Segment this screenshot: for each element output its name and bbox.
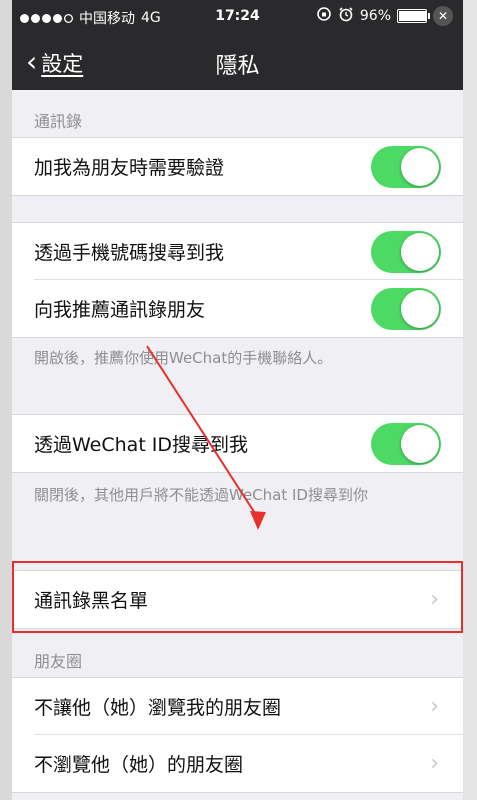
background-right-sliver xyxy=(463,0,477,800)
phone-screen: 中国移动 4G 17:24 96% ✕ ‹ 設定 隱私 通訊錄 加我為朋友時需要… xyxy=(12,0,463,800)
background-left-sliver xyxy=(0,0,12,800)
annotation-arrow xyxy=(146,345,266,530)
